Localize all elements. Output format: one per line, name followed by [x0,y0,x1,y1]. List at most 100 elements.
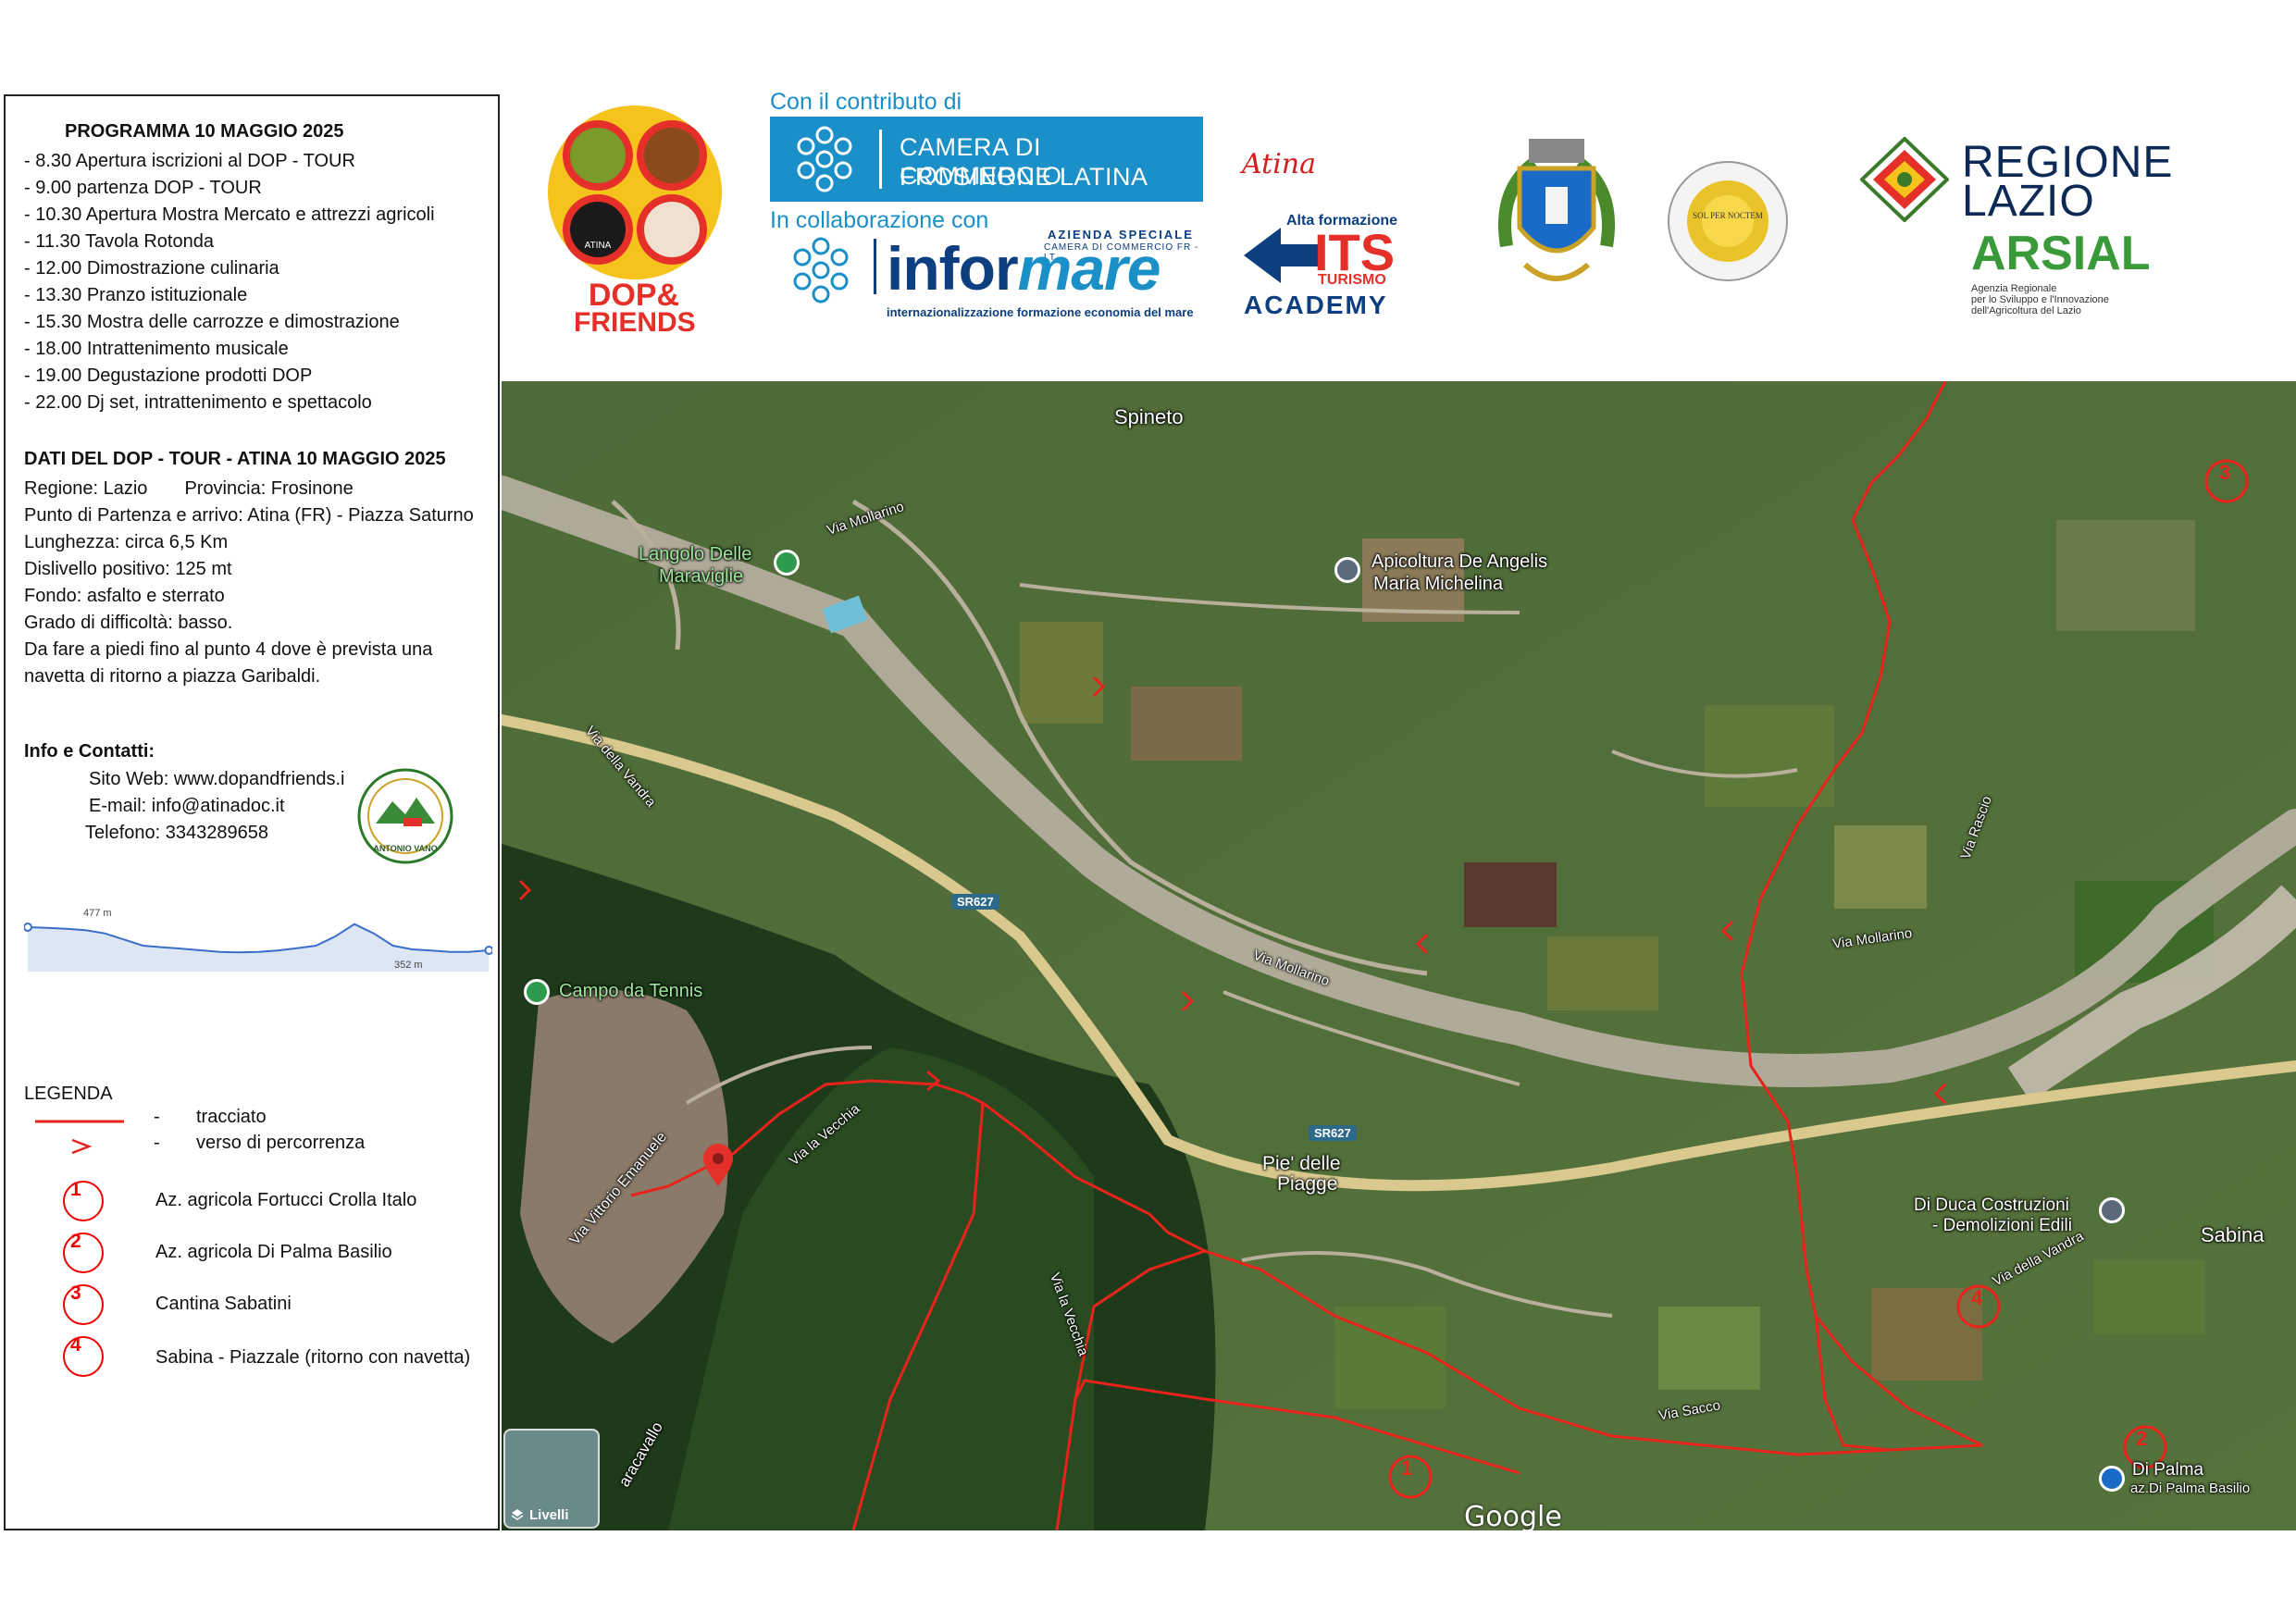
stop-label: Az. agricola Di Palma Basilio [155,1242,392,1262]
contributo-label: Con il contributo di [770,89,962,115]
divider [874,239,876,294]
stop-number-circle: 3 [63,1282,104,1325]
region-text: Regione: Lazio [24,478,148,499]
elevation-start-dot [24,923,32,932]
arsial-subtitle: Agenzia Regionale per lo Sviluppo e l'In… [1971,283,2109,316]
tour-data-title: DATI DEL DOP - TOUR - ATINA 10 MAGGIO 20… [24,449,446,469]
its-turismo: TURISMO [1318,272,1386,288]
program-item: - 10.30 Apertura Mostra Mercato e attrez… [24,204,435,225]
informare-wordmark: informare [887,233,1160,304]
its-arrow-icon [1244,228,1318,283]
map-stop-number-3: 3 [2219,461,2231,484]
region-province-line: Regione: Lazio Provincia: Frosinone [24,476,474,502]
province-text: Provincia: Frosinone [184,478,354,499]
program-item: - 11.30 Tavola Rotonda [24,231,214,252]
website-text[interactable]: Sito Web: www.dopandfriends.i [89,766,344,793]
route-line-symbol [35,1120,124,1123]
camera-commercio-logo: CAMERA DI COMMERCIO FROSINONE LATINA [770,117,1203,202]
legend-dash: - [154,1107,160,1127]
informare-subtitle: internazionalizzazione formazione econom… [887,305,1194,319]
place-pie-delle-piagge-2: Piagge [1277,1173,1338,1195]
its-academy-logo: Alta formazione ITS TURISMO ACADEMY [1240,209,1416,320]
friends-line: FRIENDS [574,307,696,338]
legend-title: LEGENDA [24,1084,113,1104]
place-angolo-2: Maraviglie [659,566,744,587]
program-item: - 22.00 Dj set, intrattenimento e spetta… [24,392,372,413]
atina-signature-logo: Atina [1242,148,1316,180]
university-cassino-seal-logo: SOL PER NOCTEM [1668,161,1788,281]
dop-friends-logo: ATINA [548,105,722,279]
dop-line: DOP& [588,278,680,313]
stop-number: 1 [70,1179,81,1200]
satellite-map[interactable]: 1 2 3 4 Spineto Langolo Delle Maraviglie… [502,381,2296,1530]
informare-emblem-icon [793,237,849,304]
its-academy: ACADEMY [1244,291,1388,319]
program-item: - 12.00 Dimostrazione culinaria [24,258,279,279]
stop-number: 3 [70,1282,81,1304]
informare-part-a: infor [887,234,1019,303]
arsial-sub-line: Agenzia Regionale [1971,283,2057,294]
program-item: - 13.30 Pranzo istituzionale [24,285,248,305]
parking-pin-icon[interactable] [2099,1466,2125,1492]
place-apicoltura: Apicoltura De Angelis [1371,551,1548,572]
tour-data-item: Fondo: asfalto e sterrato [24,586,225,606]
arsial-sub-line: dell'Agricoltura del Lazio [1971,305,2081,316]
place-campo-tennis: Campo da Tennis [559,981,703,1001]
tour-data-item: Dislivello positivo: 125 mt [24,559,232,579]
legend-dash: - [154,1133,160,1153]
place-sabina: Sabina [2201,1223,2265,1246]
stop-number-circle: 1 [63,1179,104,1221]
program-title: PROGRAMMA 10 MAGGIO 2025 [65,121,344,142]
direction-arrow-icon [71,1138,93,1155]
layers-icon [511,1509,524,1520]
place-di-palma: Di Palma [2132,1460,2204,1480]
tour-data-item: navetta di ritorno a piazza Garibaldi. [24,666,321,687]
contacts-title: Info e Contatti: [24,741,155,762]
regione-lazio-emblem-icon [1860,137,1949,222]
program-item: - 15.30 Mostra delle carrozze e dimostra… [24,312,400,332]
informare-part-b: mare [1017,234,1161,303]
start-location-pin-icon[interactable] [701,1144,735,1188]
program-item: - 8.30 Apertura iscrizioni al DOP - TOUR [24,151,355,171]
stop-label: Sabina - Piazzale (ritorno con navetta) [155,1347,471,1368]
university-motto: SOL PER NOCTEM [1693,211,1763,220]
road-shield-sr627: SR627 [951,894,999,910]
map-stop-number-4: 4 [1971,1286,1983,1309]
badge-text: ANTONIO VANO [373,844,437,853]
tour-data-item: Lunghezza: circa 6,5 Km [24,532,229,552]
camera-commercio-emblem-icon [797,126,852,192]
place-di-palma-2: az.Di Palma Basilio [2130,1481,2251,1496]
place-apicoltura-2: Maria Michelina [1373,574,1504,594]
elevation-end-dot [484,946,492,955]
stop-number: 2 [70,1231,81,1252]
road-shield-sr627: SR627 [1309,1125,1357,1141]
tour-data-item: Grado di difficoltà: basso. [24,613,233,633]
divider [879,130,882,189]
stop-label: Cantina Sabatini [155,1294,292,1314]
place-angolo: Langolo Delle [639,544,752,564]
program-list: - 8.30 Apertura iscrizioni al DOP - TOUR… [24,148,435,416]
elevation-profile: 477 m 352 m [24,908,492,972]
stop-number: 4 [70,1334,81,1356]
park-pin-icon[interactable] [774,550,800,576]
map-stop-number-2: 2 [2136,1427,2148,1450]
stop-number-circle: 2 [63,1231,104,1273]
tour-data-item: Da fare a piedi fino al punto 4 dove è p… [24,639,433,660]
camera-line2: FROSINONE LATINA [900,163,1148,191]
business-pin-icon[interactable] [2099,1197,2125,1223]
elevation-max-label: 477 m [83,908,112,919]
arsial-sub-line: per lo Sviluppo e l'Innovazione [1971,294,2109,305]
layers-button[interactable]: Livelli [503,1429,600,1529]
atina-coat-of-arms-logo [1498,139,1615,281]
phone-text: Telefono: 3343289658 [85,823,268,843]
legend-arrow-label: verso di percorrenza [196,1133,366,1153]
tennis-pin-icon[interactable] [524,979,550,1005]
program-item: - 19.00 Degustazione prodotti DOP [24,365,313,386]
email-text[interactable]: E-mail: info@atinadoc.it [89,793,344,820]
escursioni-badge-logo: ANTONIO VANO [357,768,453,864]
info-panel: PROGRAMMA 10 MAGGIO 2025 - 8.30 Apertura… [4,94,500,1530]
program-item: - 18.00 Intrattenimento musicale [24,339,289,359]
dop-friends-wordmark: DOP& FRIENDS [574,278,696,338]
tour-data-item: Punto di Partenza e arrivo: Atina (FR) -… [24,505,474,526]
business-pin-icon[interactable] [1334,557,1360,583]
